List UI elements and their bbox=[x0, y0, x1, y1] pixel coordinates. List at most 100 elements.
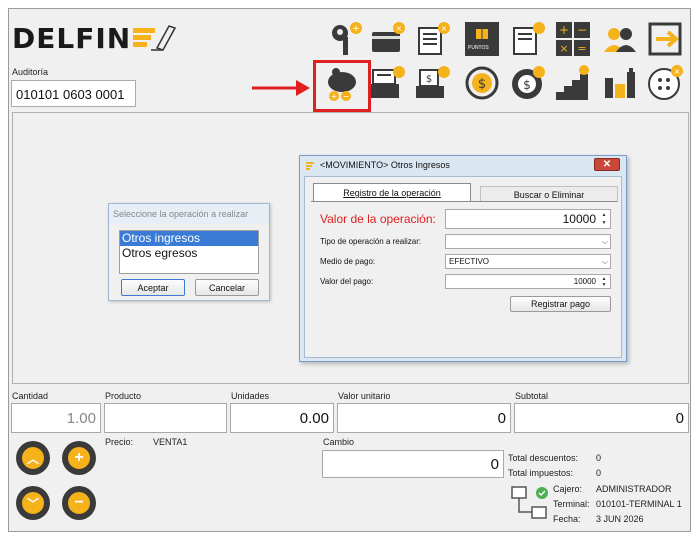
cambio-value: 0 bbox=[490, 456, 499, 473]
currency-settings-icon: $ bbox=[512, 66, 545, 99]
add-quantity-button[interactable]: + bbox=[62, 441, 96, 475]
buttons-button[interactable]: × bbox=[645, 63, 685, 103]
valor-unitario-field[interactable]: 0 bbox=[337, 403, 511, 433]
currency-settings-button[interactable]: $ bbox=[508, 63, 548, 103]
descuentos-label: Total descuentos: bbox=[508, 453, 579, 463]
unidades-field[interactable]: 0.00 bbox=[230, 403, 334, 433]
bottles-icon bbox=[605, 68, 635, 98]
svg-text:=: = bbox=[577, 42, 586, 55]
key-add-button[interactable]: + bbox=[326, 19, 366, 59]
registro-pane: Valor de la operación: 10000 ▲ ▼ Tipo de … bbox=[311, 201, 617, 351]
document-search-icon bbox=[513, 22, 545, 55]
card-payment-button[interactable]: × bbox=[368, 19, 408, 59]
svg-text:$: $ bbox=[426, 74, 432, 85]
currency-refresh-icon: $ bbox=[465, 66, 499, 100]
valor-operacion-spinner[interactable]: ▲ ▼ bbox=[599, 211, 609, 227]
tipo-operacion-select[interactable]: ⌵ bbox=[445, 234, 611, 249]
svg-text:+: + bbox=[559, 23, 569, 37]
remove-quantity-button[interactable]: − bbox=[62, 486, 96, 520]
app-logo: DELFIN bbox=[12, 22, 132, 55]
operation-select-title: Seleccione la operación a realizar bbox=[109, 204, 269, 224]
points-button[interactable]: PUNTOS bbox=[462, 19, 502, 59]
printer-add-button[interactable] bbox=[368, 63, 408, 103]
tab-buscar[interactable]: Buscar o Eliminar bbox=[480, 186, 618, 202]
cash-register-add-button[interactable]: $ bbox=[413, 63, 453, 103]
cantidad-label: Cantidad bbox=[12, 391, 49, 401]
valor-pago-label: Valor del pago: bbox=[320, 277, 374, 286]
svg-text:+: + bbox=[352, 24, 360, 34]
audit-value: 010101 0603 0001 bbox=[16, 87, 125, 102]
exit-button[interactable] bbox=[645, 19, 685, 59]
subtotal-field[interactable]: 0 bbox=[514, 403, 689, 433]
valor-unitario-label: Valor unitario bbox=[338, 391, 391, 401]
spin-down-icon: ▼ bbox=[601, 220, 607, 226]
points-label: PUNTOS bbox=[468, 45, 489, 51]
scroll-down-button[interactable]: ﹀ bbox=[16, 486, 50, 520]
calculator-button[interactable]: + − × = bbox=[553, 19, 593, 59]
fecha-label: Fecha: bbox=[553, 514, 581, 524]
cantidad-value: 1.00 bbox=[66, 410, 96, 427]
unidades-value: 0.00 bbox=[299, 410, 329, 427]
bottles-button[interactable] bbox=[600, 63, 640, 103]
producto-field[interactable] bbox=[104, 403, 227, 433]
close-button[interactable]: ✕ bbox=[594, 158, 620, 171]
scroll-up-button[interactable]: ︿ bbox=[16, 441, 50, 475]
audit-label: Auditoría bbox=[12, 67, 49, 77]
movement-dialog: <MOVIMIENTO> Otros Ingresos ✕ Registro d… bbox=[299, 155, 627, 362]
svg-text:$: $ bbox=[523, 78, 531, 92]
valor-pago-value: 10000 bbox=[573, 277, 596, 286]
chevron-down-icon: ⌵ bbox=[601, 236, 608, 246]
cajero-label: Cajero: bbox=[553, 484, 583, 494]
valor-operacion-label: Valor de la operación: bbox=[320, 212, 436, 226]
valor-pago-input[interactable]: 10000 ▲ ▼ bbox=[445, 274, 611, 289]
operation-option-income[interactable]: Otros ingresos bbox=[120, 231, 258, 246]
valor-operacion-input[interactable]: 10000 ▲ ▼ bbox=[445, 209, 611, 229]
audit-field[interactable]: 010101 0603 0001 bbox=[11, 80, 136, 107]
movement-dialog-title: <MOVIMIENTO> Otros Ingresos bbox=[320, 160, 450, 170]
points-icon bbox=[465, 22, 499, 56]
registrar-pago-button[interactable]: Registrar pago bbox=[510, 296, 611, 312]
movement-dialog-body: Registro de la operación Buscar o Elimin… bbox=[304, 176, 622, 358]
spin-down-icon: ▼ bbox=[601, 282, 607, 288]
descuentos-value: 0 bbox=[596, 453, 602, 463]
tab-registro-label: Registro de la operación bbox=[343, 188, 441, 198]
cancel-button[interactable]: Cancelar bbox=[195, 279, 259, 296]
document-search-button[interactable] bbox=[508, 19, 548, 59]
plus-icon: + bbox=[68, 447, 90, 469]
users-button[interactable] bbox=[600, 19, 640, 59]
terminal-value: 010101-TERMINAL 1 bbox=[596, 499, 682, 509]
cantidad-field[interactable]: 1.00 bbox=[11, 403, 101, 433]
medio-pago-select[interactable]: EFECTIVO ⌵ bbox=[445, 254, 611, 269]
minus-icon: − bbox=[68, 492, 90, 514]
valor-operacion-value: 10000 bbox=[562, 212, 596, 226]
medio-pago-label: Medio de pago: bbox=[320, 257, 376, 266]
document-list-add-button[interactable]: × bbox=[413, 19, 453, 59]
movement-dialog-titlebar[interactable]: <MOVIMIENTO> Otros Ingresos bbox=[300, 156, 626, 174]
unidades-label: Unidades bbox=[231, 391, 270, 401]
printer-add-icon bbox=[371, 66, 405, 98]
cambio-label: Cambio bbox=[323, 437, 355, 447]
chevron-up-icon: ︿ bbox=[22, 447, 44, 469]
accept-button[interactable]: Aceptar bbox=[121, 279, 185, 296]
highlight-box bbox=[313, 60, 371, 112]
precio-label: Precio: bbox=[105, 437, 134, 447]
producto-value bbox=[105, 404, 226, 416]
operation-listbox[interactable]: Otros ingresos Otros egresos bbox=[119, 230, 259, 274]
operation-option-expense[interactable]: Otros egresos bbox=[120, 246, 258, 261]
calculator-icon: + −× = bbox=[556, 22, 590, 56]
valor-pago-spinner[interactable]: ▲ ▼ bbox=[599, 276, 609, 288]
svg-text:×: × bbox=[674, 67, 681, 76]
producto-label: Producto bbox=[105, 391, 142, 401]
tab-registro[interactable]: Registro de la operación bbox=[313, 183, 471, 202]
stairs-chart-button[interactable] bbox=[553, 63, 593, 103]
pointer-arrow-icon bbox=[252, 80, 310, 96]
svg-text:×: × bbox=[441, 24, 448, 33]
medio-pago-value: EFECTIVO bbox=[449, 257, 490, 266]
subtotal-value: 0 bbox=[675, 410, 684, 427]
buttons-icon: × bbox=[648, 65, 683, 100]
chevron-down-icon: ⌵ bbox=[601, 256, 608, 266]
currency-refresh-button[interactable]: $ bbox=[462, 63, 502, 103]
cambio-field[interactable]: 0 bbox=[322, 450, 504, 478]
terminal-label: Terminal: bbox=[553, 499, 590, 509]
svg-text:$: $ bbox=[478, 77, 486, 92]
